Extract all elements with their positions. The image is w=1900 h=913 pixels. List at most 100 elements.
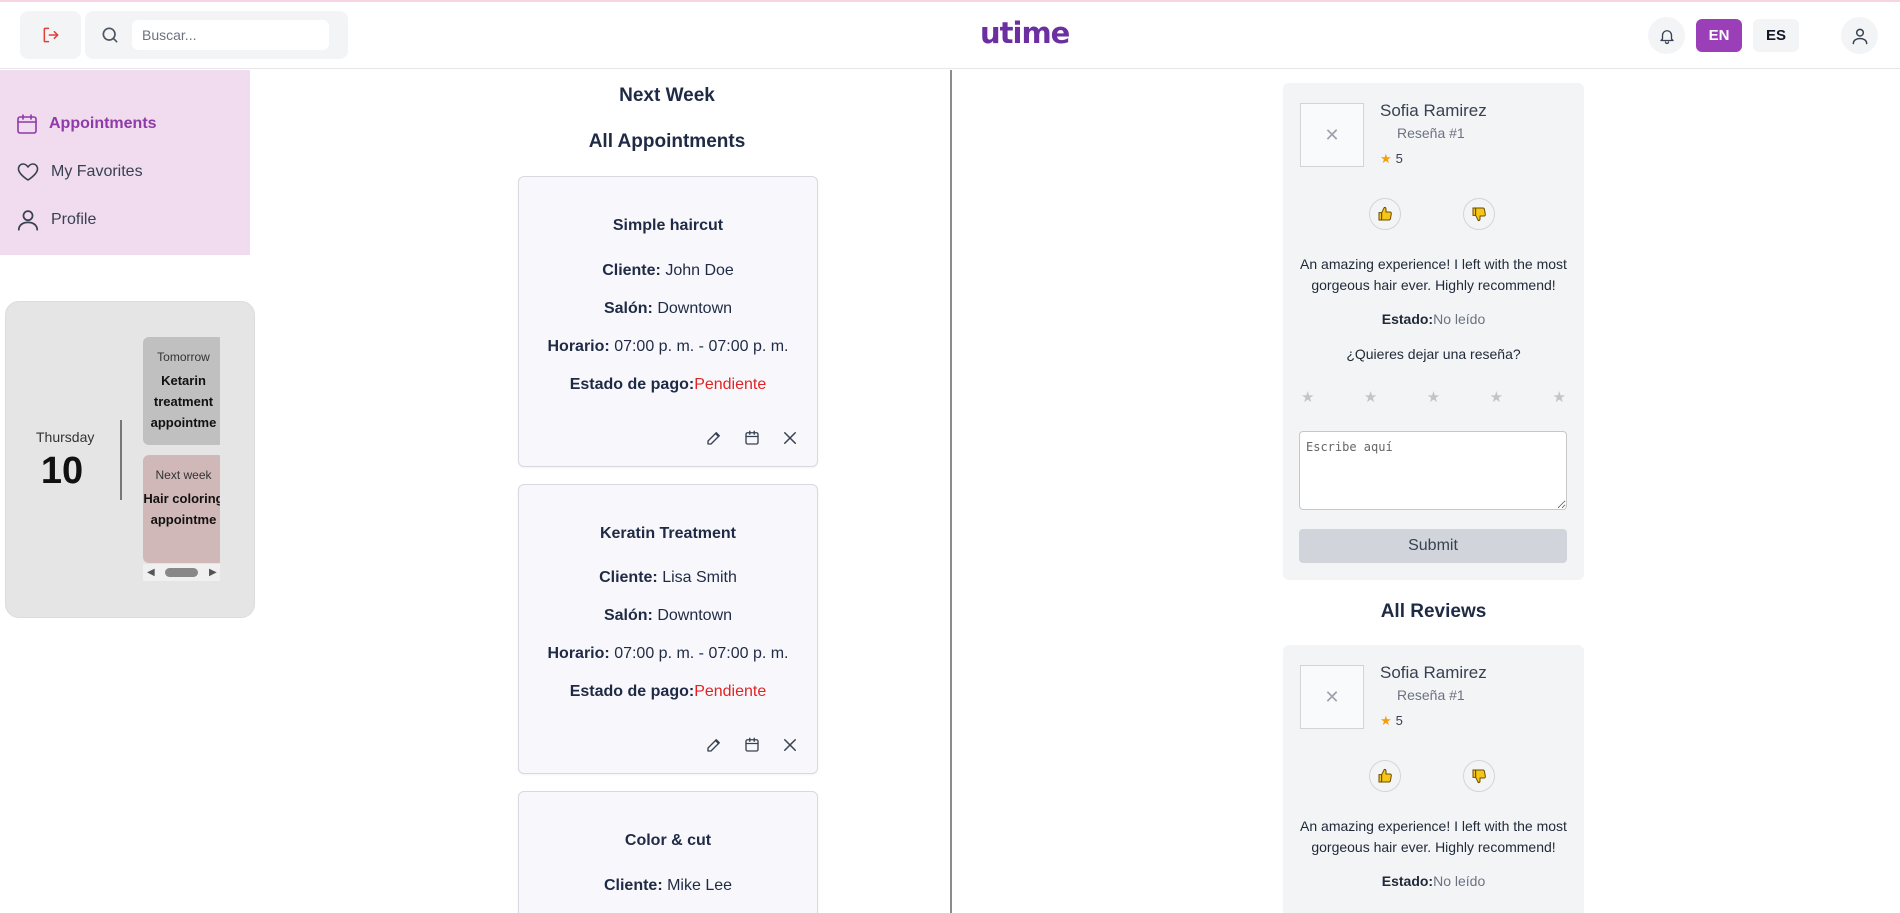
calendar-day-name: Thursday: [36, 429, 95, 445]
all-appointments-heading: All Appointments: [588, 131, 746, 152]
client-label: Cliente:: [603, 877, 663, 894]
review-textarea[interactable]: [1299, 431, 1567, 510]
payment-label: Estado de pago:: [569, 683, 695, 700]
appointment-title: Color & cut: [624, 832, 712, 849]
salon-label: Salón:: [603, 300, 653, 317]
scroll-left-icon[interactable]: ◀: [147, 567, 155, 578]
review-status: Estado:No leído: [1283, 873, 1584, 889]
user-menu-button[interactable]: [1841, 17, 1878, 54]
broken-image-icon: ✕: [1300, 665, 1364, 729]
event-when: Next week: [155, 468, 212, 482]
upcoming-event-card[interactable]: Next week Hair coloring appointme: [143, 455, 220, 563]
rating-star-icon[interactable]: ★: [1427, 388, 1440, 406]
sidebar-item-appointments[interactable]: Appointments: [0, 100, 250, 148]
review-number: Reseña #1: [1397, 687, 1465, 703]
rating-star-icon[interactable]: ★: [1301, 388, 1314, 406]
time-value: 07:00 p. m. - 07:00 p. m.: [614, 645, 789, 662]
star-icon: ★: [1380, 151, 1392, 166]
star-rating-input: ★ ★ ★ ★ ★: [1301, 388, 1566, 406]
thumbs-down-button[interactable]: [1463, 760, 1495, 792]
reschedule-calendar-icon[interactable]: [743, 736, 761, 754]
status-label: Estado:: [1381, 873, 1434, 889]
logout-button[interactable]: [20, 11, 81, 59]
user-icon: [1852, 28, 1867, 44]
client-label: Cliente:: [599, 569, 658, 586]
appointment-card: Keratin Treatment Cliente: Lisa Smith Sa…: [518, 484, 818, 774]
thumbs-up-button[interactable]: [1369, 760, 1401, 792]
status-value: No leído: [1433, 873, 1486, 889]
search-box: [85, 11, 348, 59]
upcoming-event-card[interactable]: Tomorrow Ketarin treatment appointme: [143, 337, 220, 445]
appointment-card: Color & cut Cliente: Mike Lee: [518, 791, 818, 913]
reviewer-name: Sofia Ramirez: [1380, 101, 1487, 120]
rating-star-icon[interactable]: ★: [1553, 388, 1566, 406]
appointment-card: Simple haircut Cliente: John Doe Salón: …: [518, 176, 818, 467]
search-input[interactable]: [132, 20, 329, 50]
thumbs-down-icon: [1472, 207, 1486, 222]
star-icon: ★: [1380, 713, 1392, 728]
salon-value: Downtown: [657, 300, 733, 317]
status-value: No leído: [1433, 311, 1486, 327]
user-icon: [17, 210, 39, 231]
payment-status: Pendiente: [694, 376, 767, 393]
column-divider: [950, 70, 952, 913]
edit-icon[interactable]: [705, 429, 723, 447]
sidebar-item-favorites[interactable]: My Favorites: [0, 148, 250, 196]
upcoming-events-list[interactable]: Tomorrow Ketarin treatment appointme Nex…: [137, 337, 220, 583]
sidebar-item-profile[interactable]: Profile: [0, 196, 250, 244]
calendar-day-number: 10: [40, 450, 84, 492]
scrollbar-thumb[interactable]: [165, 568, 198, 577]
edit-icon[interactable]: [705, 736, 723, 754]
thumbs-down-button[interactable]: [1463, 198, 1495, 230]
reviewer-name: Sofia Ramirez: [1380, 663, 1487, 682]
review-text: An amazing experience! I left with the m…: [1300, 818, 1567, 855]
horizontal-scrollbar[interactable]: ◀ ▶: [143, 564, 220, 581]
search-icon[interactable]: [100, 25, 120, 45]
calendar-icon: [17, 114, 37, 134]
appointment-title: Keratin Treatment: [599, 525, 737, 542]
sidebar-item-label: Profile: [51, 211, 97, 228]
thumbs-down-icon: [1472, 769, 1486, 784]
all-reviews-heading: All Reviews: [1380, 601, 1487, 622]
notifications-button[interactable]: [1648, 17, 1685, 54]
leave-review-question: ¿Quieres dejar una reseña?: [1346, 346, 1521, 362]
heart-icon: [17, 163, 39, 181]
review-number: Reseña #1: [1397, 125, 1465, 141]
client-value: Mike Lee: [667, 877, 733, 894]
sidebar: Appointments My Favorites Profile: [0, 70, 250, 255]
appointment-actions: [705, 736, 799, 754]
review-rating: ★ 5: [1380, 151, 1403, 167]
calendar-widget: Thursday 10 Tomorrow Ketarin treatment a…: [5, 301, 255, 618]
review-status: Estado:No leído: [1283, 311, 1584, 327]
language-en-button[interactable]: EN: [1696, 19, 1742, 52]
time-label: Horario:: [547, 645, 610, 662]
review-text: An amazing experience! I left with the m…: [1300, 256, 1567, 293]
thumbs-up-icon: [1378, 206, 1392, 221]
utime-logo[interactable]: utime: [980, 16, 1070, 50]
rating-star-icon[interactable]: ★: [1364, 388, 1377, 406]
review-rating: ★ 5: [1380, 713, 1403, 729]
appointment-title: Simple haircut: [612, 217, 724, 234]
status-label: Estado:: [1381, 311, 1434, 327]
client-value: John Doe: [665, 262, 734, 279]
scroll-right-icon[interactable]: ▶: [209, 567, 217, 578]
header-left-group: [20, 11, 348, 59]
reschedule-calendar-icon[interactable]: [743, 429, 761, 447]
cancel-icon[interactable]: [781, 736, 799, 754]
next-week-heading: Next Week: [619, 85, 715, 106]
thumbs-up-button[interactable]: [1369, 198, 1401, 230]
payment-status: Pendiente: [694, 683, 767, 700]
cancel-icon[interactable]: [781, 429, 799, 447]
broken-image-icon: ✕: [1300, 103, 1364, 167]
thumbs-up-icon: [1378, 768, 1392, 783]
submit-review-button[interactable]: Submit: [1299, 529, 1567, 563]
calendar-divider: [120, 420, 122, 500]
client-label: Cliente:: [602, 262, 661, 279]
rating-star-icon[interactable]: ★: [1490, 388, 1503, 406]
language-es-button[interactable]: ES: [1753, 19, 1799, 52]
header-right-group: EN ES: [1648, 17, 1878, 54]
logout-icon: [43, 27, 58, 43]
event-title: Hair coloring appointme: [143, 491, 220, 527]
salon-label: Salón:: [603, 607, 653, 624]
appointment-actions: [705, 429, 799, 447]
